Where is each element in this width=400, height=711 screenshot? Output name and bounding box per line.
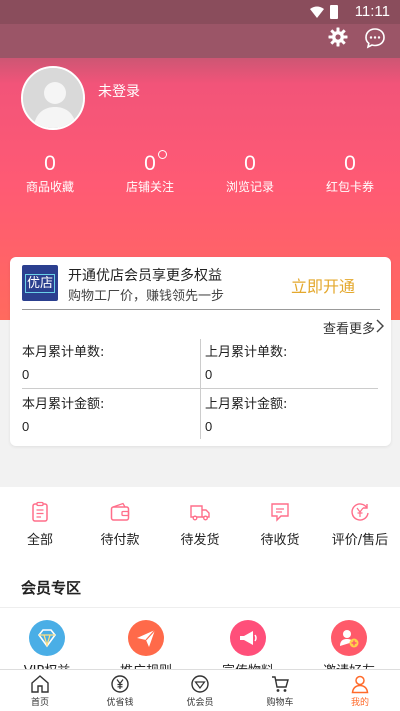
home-icon	[31, 675, 49, 693]
bottom-tab-bar: 首页 优省钱 优会员 购物车 我的	[0, 669, 400, 711]
order-pending-receipt[interactable]: 待收货	[240, 487, 320, 563]
stat-label: 商品收藏	[25, 180, 74, 194]
stat-value: 0	[344, 152, 356, 175]
stat-label: 店铺关注	[125, 180, 174, 194]
yen-circle-icon	[111, 675, 129, 693]
metric-label: 上月累计金额:	[205, 397, 288, 412]
stat-favorites[interactable]: 0 商品收藏	[0, 150, 100, 200]
metric-value: 0	[205, 367, 213, 382]
megaphone-icon	[230, 620, 266, 656]
vip-subtitle: 购物工厂价，赚钱领先一步	[68, 289, 225, 304]
metric-label: 上月累计单数:	[205, 345, 288, 360]
divider	[22, 309, 380, 310]
tab-label: 优省钱	[106, 698, 134, 708]
status-time: 11:11	[354, 3, 390, 20]
open-membership-button[interactable]: 立即开通	[291, 273, 355, 297]
tab-mine[interactable]: 我的	[320, 670, 400, 711]
tab-member[interactable]: 优会员	[160, 670, 240, 711]
truck-icon	[190, 505, 210, 521]
metric-value: 0	[22, 367, 30, 382]
wifi-icon	[310, 6, 324, 18]
order-status-row: 全部 待付款 待发货 待收货 评价/售后	[0, 487, 400, 563]
youdian-logo: 优店	[22, 265, 58, 301]
stats-row: 0 商品收藏 0 店铺关注 0 浏览记录 0 红包卡券	[0, 150, 400, 200]
metric-label: 本月累计单数:	[22, 345, 105, 360]
stat-coupons[interactable]: 0 红包卡券	[300, 150, 400, 200]
tab-label: 优会员	[186, 698, 214, 708]
stat-value: 0	[44, 152, 56, 175]
order-label: 待付款	[100, 533, 140, 548]
stat-label: 红包卡券	[325, 180, 374, 194]
tab-label: 购物车	[266, 698, 294, 708]
tab-home[interactable]: 首页	[0, 670, 80, 711]
stat-value: 0	[244, 152, 256, 175]
divider	[200, 339, 201, 439]
order-pending-shipment[interactable]: 待发货	[160, 487, 240, 563]
metric-label: 本月累计金额:	[22, 397, 105, 412]
section-title: 会员专区	[21, 579, 82, 597]
add-user-icon	[331, 620, 367, 656]
order-pending-payment[interactable]: 待付款	[80, 487, 160, 563]
member-zone: 会员专区 VIP权益 推广规则 宣传物料 邀请好友	[0, 563, 400, 679]
metric-value: 0	[22, 419, 30, 434]
see-more-link[interactable]: 查看更多	[323, 318, 375, 337]
avatar[interactable]	[21, 66, 85, 130]
login-status[interactable]: 未登录	[98, 81, 140, 101]
vip-title: 开通优店会员享更多权益	[68, 268, 222, 284]
tab-label: 首页	[30, 698, 49, 708]
chevron-right-icon[interactable]	[375, 318, 385, 334]
order-all[interactable]: 全部	[0, 487, 80, 563]
stat-followed-shops[interactable]: 0 店铺关注	[100, 150, 200, 200]
paper-plane-icon	[128, 620, 164, 656]
vip-diamond-icon	[29, 620, 65, 656]
divider	[0, 607, 400, 608]
tab-cart[interactable]: 购物车	[240, 670, 320, 711]
cart-icon	[272, 676, 289, 692]
message-icon[interactable]	[364, 27, 386, 49]
logo-text: 优店	[24, 273, 55, 293]
battery-icon	[330, 5, 338, 19]
vip-card: 优店 开通优店会员享更多权益 购物工厂价，赚钱领先一步 立即开通 查看更多 本月…	[10, 257, 391, 446]
person-icon	[351, 675, 369, 694]
order-label: 全部	[26, 533, 53, 548]
status-bar: 11:11	[0, 0, 400, 24]
stat-value: 0	[144, 152, 156, 175]
clipboard-icon	[32, 501, 48, 522]
message-box-icon	[271, 503, 289, 522]
order-label: 待收货	[260, 533, 300, 548]
stat-history[interactable]: 0 浏览记录	[200, 150, 300, 200]
tab-label: 我的	[350, 698, 369, 708]
wallet-icon	[110, 502, 130, 521]
tab-save-money[interactable]: 优省钱	[80, 670, 160, 711]
order-label: 评价/售后	[331, 533, 389, 548]
diamond-icon	[191, 675, 209, 693]
stat-label: 浏览记录	[225, 180, 274, 194]
settings-gear-icon[interactable]	[328, 27, 348, 47]
order-label: 待发货	[180, 533, 220, 548]
order-review-aftersale[interactable]: 评价/售后	[320, 487, 400, 563]
metric-value: 0	[205, 419, 213, 434]
yen-refund-icon	[351, 503, 369, 521]
notification-dot	[158, 150, 167, 159]
